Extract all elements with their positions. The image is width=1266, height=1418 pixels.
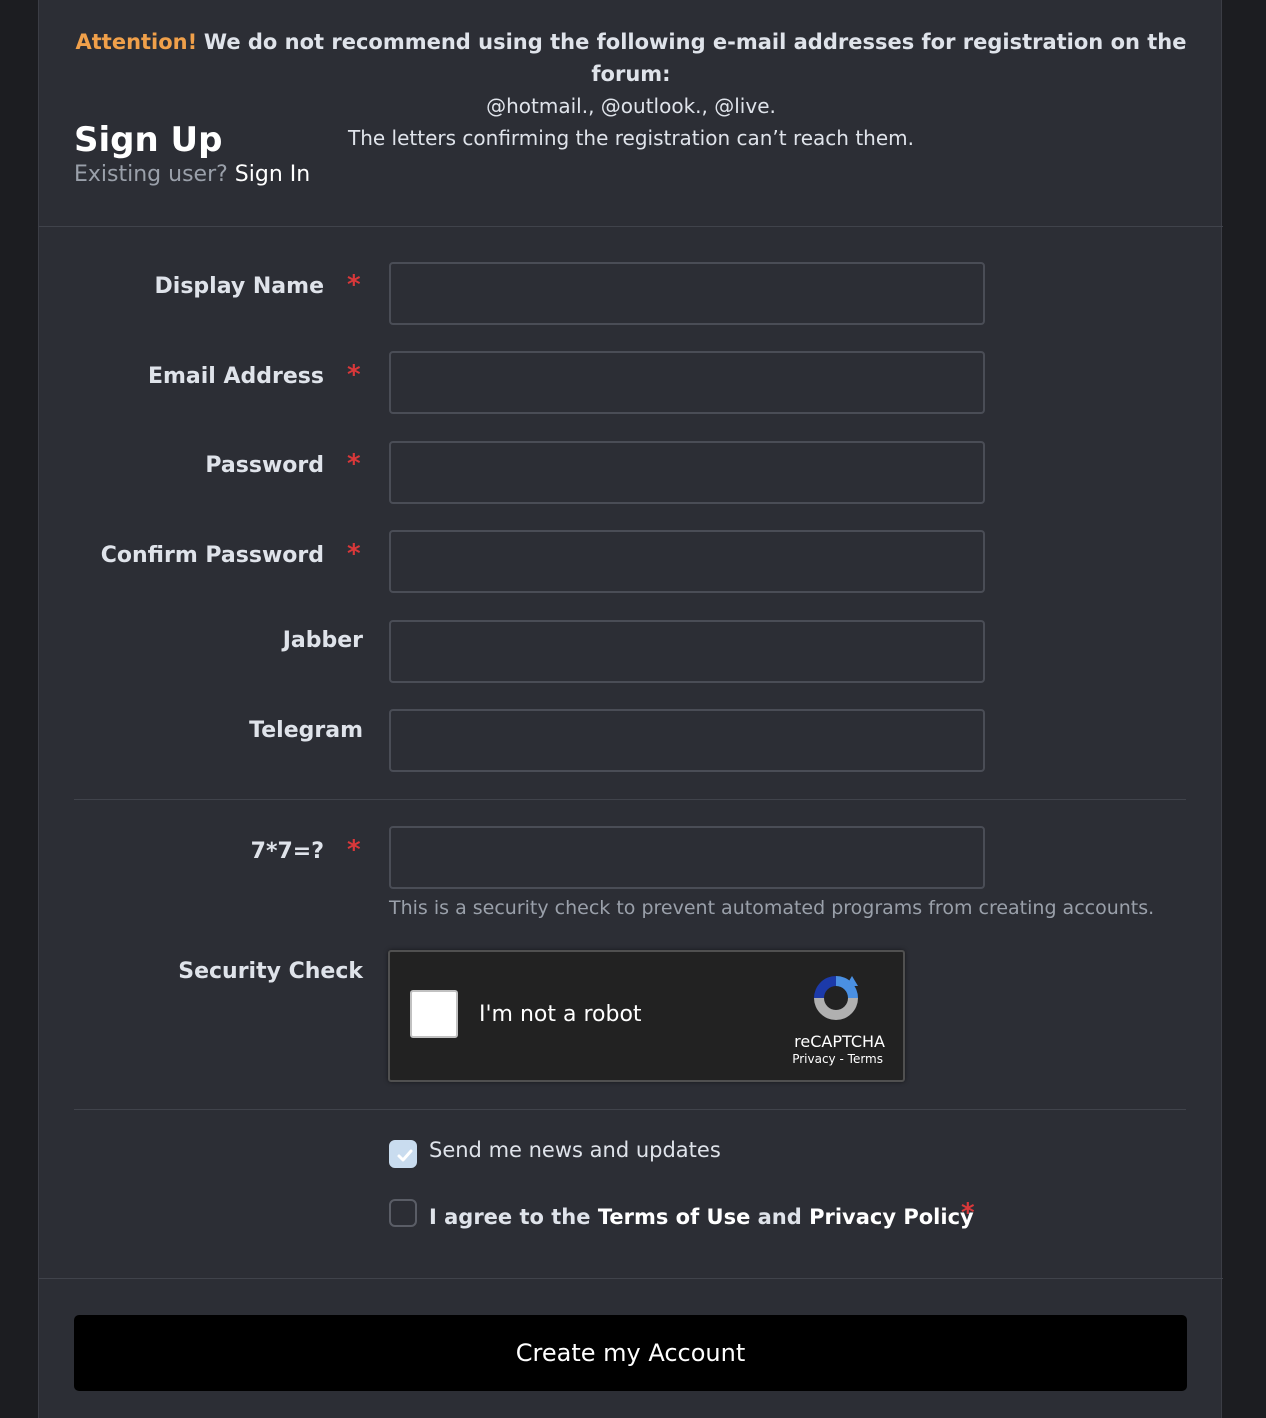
create-account-button[interactable]: Create my Account: [74, 1315, 1187, 1391]
required-marker: *: [347, 270, 361, 300]
question-label: 7*7=?: [250, 839, 324, 864]
required-marker: *: [347, 539, 361, 569]
confirm-password-input[interactable]: [389, 530, 985, 593]
divider: [39, 226, 1223, 227]
required-marker: *: [347, 835, 361, 865]
recaptcha-separator: -: [839, 1052, 844, 1066]
signup-panel: Attention! We do not recommend using the…: [38, 0, 1223, 1418]
notice-domains: @hotmail., @outlook., @live.: [486, 94, 776, 118]
recaptcha-logo-icon: [814, 976, 858, 1020]
recaptcha-label: I'm not a robot: [479, 1002, 642, 1027]
email-input[interactable]: [389, 351, 985, 414]
required-marker: *: [961, 1198, 975, 1228]
display-name-input[interactable]: [389, 262, 985, 325]
agree-checkbox[interactable]: [389, 1199, 417, 1227]
divider: [74, 799, 1186, 800]
existing-user-line: Existing user? Sign In: [74, 162, 310, 187]
divider: [39, 1278, 1223, 1279]
required-marker: *: [347, 449, 361, 479]
display-name-row: Display Name: [39, 262, 363, 324]
telegram-label: Telegram: [249, 718, 363, 743]
terms-of-use-link[interactable]: Terms of Use: [598, 1205, 751, 1229]
divider: [74, 1109, 1186, 1110]
confirm-password-label: Confirm Password: [100, 543, 324, 568]
news-label: Send me news and updates: [429, 1138, 721, 1162]
privacy-policy-link[interactable]: Privacy Policy: [809, 1205, 974, 1229]
telegram-input[interactable]: [389, 709, 985, 772]
attention-label: Attention!: [75, 30, 198, 54]
agree-prefix: I agree to the: [429, 1205, 591, 1229]
sign-in-link[interactable]: Sign In: [235, 162, 310, 187]
news-checkbox[interactable]: [389, 1140, 417, 1168]
recaptcha-links: Privacy - Terms: [792, 1052, 883, 1066]
existing-user-text: Existing user?: [74, 162, 228, 187]
email-label: Email Address: [147, 364, 324, 389]
check-icon: [397, 1149, 413, 1162]
notice-message: We do not recommend using the following …: [203, 30, 1187, 86]
required-marker: *: [347, 360, 361, 390]
security-check-row: Security Check: [39, 947, 363, 1009]
confirm-password-row: Confirm Password: [39, 531, 363, 593]
jabber-label: Jabber: [282, 628, 363, 653]
question-input[interactable]: [389, 826, 985, 889]
question-help-text: This is a security check to prevent auto…: [389, 897, 1155, 919]
recaptcha-terms-link[interactable]: Terms: [848, 1052, 883, 1066]
agree-label: I agree to the Terms of Use and Privacy …: [429, 1205, 974, 1229]
telegram-row: Telegram: [39, 706, 363, 768]
page-title: Sign Up: [74, 120, 223, 160]
recaptcha-widget: I'm not a robot reCAPTCHA Privacy - Term…: [388, 950, 905, 1082]
password-label: Password: [205, 453, 324, 478]
recaptcha-checkbox[interactable]: [410, 990, 458, 1038]
agree-and: and: [757, 1205, 802, 1229]
jabber-input[interactable]: [389, 620, 985, 683]
jabber-row: Jabber: [39, 616, 363, 678]
recaptcha-privacy-link[interactable]: Privacy: [792, 1052, 835, 1066]
question-row: 7*7=?: [39, 827, 363, 889]
email-row: Email Address: [39, 352, 363, 414]
display-name-label: Display Name: [154, 274, 324, 299]
recaptcha-brand: reCAPTCHA: [794, 1032, 885, 1051]
password-input[interactable]: [389, 441, 985, 504]
password-row: Password: [39, 441, 363, 503]
security-check-label: Security Check: [178, 959, 363, 984]
